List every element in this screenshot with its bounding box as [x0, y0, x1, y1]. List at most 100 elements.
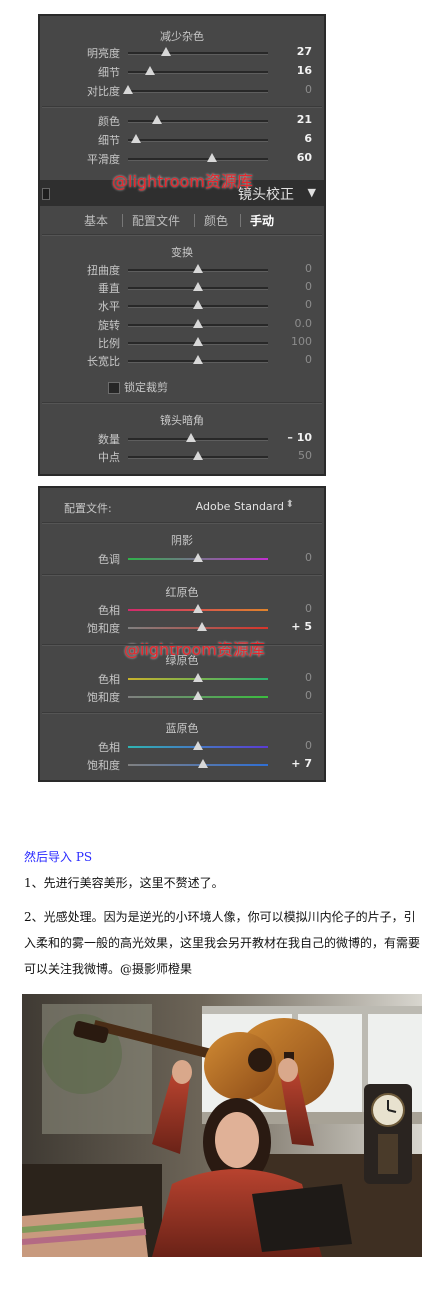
- slider-row-color[interactable]: 颜色 21: [40, 112, 324, 130]
- slider-row-detail[interactable]: 细节 16: [40, 63, 324, 81]
- collapse-arrow-icon[interactable]: ▼: [308, 186, 316, 199]
- portrait-photo: [22, 994, 422, 1257]
- slider-track[interactable]: [123, 85, 268, 94]
- slider-knob[interactable]: [145, 66, 156, 75]
- slider-knob[interactable]: [193, 355, 203, 364]
- slider-row-distortion[interactable]: 扭曲度 0: [40, 261, 324, 279]
- slider-knob[interactable]: [196, 622, 207, 631]
- slider-row-green-sat[interactable]: 饱和度 0: [40, 688, 324, 706]
- slider-value[interactable]: + 7: [280, 757, 312, 770]
- slider-track[interactable]: [128, 741, 268, 750]
- slider-value[interactable]: 0: [280, 671, 312, 684]
- slider-row-shadow-tint[interactable]: 色调 0: [40, 550, 324, 568]
- slider-track[interactable]: [128, 604, 268, 613]
- slider-track[interactable]: [128, 355, 268, 364]
- slider-track[interactable]: [128, 451, 268, 460]
- slider-knob[interactable]: [193, 691, 203, 700]
- tab-separator: [240, 214, 241, 227]
- slider-value[interactable]: 0: [280, 551, 312, 564]
- slider-track[interactable]: [128, 622, 268, 631]
- slider-value[interactable]: 0: [280, 262, 312, 275]
- slider-knob[interactable]: [197, 759, 208, 768]
- slider-knob[interactable]: [193, 300, 203, 309]
- tab-basic[interactable]: 基本: [84, 212, 108, 229]
- slider-row-red-sat[interactable]: 饱和度 + 5: [40, 619, 324, 637]
- slider-row-amount[interactable]: 数量 – 10: [40, 430, 324, 448]
- slider-row-contrast[interactable]: 对比度 0: [40, 82, 324, 100]
- slider-value[interactable]: 0: [280, 280, 312, 293]
- slider-track[interactable]: [128, 134, 268, 143]
- slider-value[interactable]: 50: [280, 449, 312, 462]
- slider-track[interactable]: [128, 300, 268, 309]
- slider-track[interactable]: [128, 153, 268, 162]
- slider-knob[interactable]: [193, 337, 203, 346]
- tab-manual[interactable]: 手动: [250, 212, 274, 229]
- slider-value[interactable]: + 5: [280, 620, 312, 633]
- slider-row-blue-hue[interactable]: 色相 0: [40, 738, 324, 756]
- slider-track[interactable]: [128, 282, 268, 291]
- slider-knob[interactable]: [193, 319, 203, 328]
- panel-handle-icon[interactable]: [42, 188, 50, 200]
- slider-knob[interactable]: [193, 673, 203, 682]
- lock-crop-checkbox[interactable]: [108, 382, 120, 394]
- slider-value[interactable]: 0.0: [280, 317, 313, 330]
- profile-select[interactable]: 配置文件: Adobe Standard ⬍: [40, 498, 324, 516]
- slider-knob[interactable]: [123, 85, 133, 94]
- tab-color[interactable]: 颜色: [204, 212, 228, 229]
- lock-crop-label[interactable]: 锁定裁剪: [124, 379, 168, 395]
- slider-track[interactable]: [128, 673, 268, 682]
- slider-row-red-hue[interactable]: 色相 0: [40, 601, 324, 619]
- slider-row-smoothness[interactable]: 平滑度 60: [40, 150, 324, 168]
- slider-track[interactable]: [128, 553, 268, 562]
- slider-knob[interactable]: [131, 134, 142, 143]
- slider-value[interactable]: 6: [280, 132, 312, 145]
- slider-value[interactable]: – 10: [280, 431, 312, 444]
- profile-label: 配置文件:: [64, 502, 112, 515]
- slider-value[interactable]: 27: [280, 45, 312, 58]
- slider-value[interactable]: 100: [280, 335, 312, 348]
- slider-label: 对比度: [87, 85, 120, 98]
- slider-value[interactable]: 16: [280, 64, 312, 77]
- slider-knob[interactable]: [160, 47, 171, 56]
- slider-knob[interactable]: [193, 553, 203, 562]
- profile-value[interactable]: Adobe Standard: [196, 500, 284, 513]
- slider-label: 颜色: [98, 115, 120, 128]
- slider-row-midpoint[interactable]: 中点 50: [40, 448, 324, 466]
- slider-track[interactable]: [128, 47, 268, 56]
- slider-track[interactable]: [128, 115, 268, 124]
- slider-track[interactable]: [128, 759, 268, 768]
- slider-row-green-hue[interactable]: 色相 0: [40, 670, 324, 688]
- slider-track[interactable]: [128, 319, 268, 328]
- slider-row-rotate[interactable]: 旋转 0.0: [40, 316, 324, 334]
- slider-row-aspect[interactable]: 长宽比 0: [40, 352, 324, 370]
- slider-row-scale[interactable]: 比例 100: [40, 334, 324, 352]
- tab-profile[interactable]: 配置文件: [132, 212, 180, 229]
- slider-row-horizontal[interactable]: 水平 0: [40, 297, 324, 315]
- slider-value[interactable]: 0: [280, 83, 312, 96]
- slider-value[interactable]: 0: [280, 298, 312, 311]
- slider-row-vertical[interactable]: 垂直 0: [40, 279, 324, 297]
- slider-track[interactable]: [128, 691, 268, 700]
- slider-track[interactable]: [128, 337, 268, 346]
- slider-knob[interactable]: [193, 741, 203, 750]
- slider-value[interactable]: 0: [280, 689, 312, 702]
- slider-value[interactable]: 60: [280, 151, 312, 164]
- slider-row-color-detail[interactable]: 细节 6: [40, 131, 324, 149]
- slider-track[interactable]: [128, 264, 268, 273]
- slider-value[interactable]: 0: [280, 353, 312, 366]
- slider-track[interactable]: [128, 433, 268, 442]
- slider-track[interactable]: [128, 66, 268, 75]
- slider-knob[interactable]: [193, 282, 203, 291]
- slider-knob[interactable]: [207, 153, 217, 162]
- slider-knob[interactable]: [193, 604, 203, 613]
- updown-arrow-icon[interactable]: ⬍: [286, 499, 294, 510]
- slider-value[interactable]: 21: [280, 113, 312, 126]
- slider-value[interactable]: 0: [280, 602, 312, 615]
- slider-row-luminance[interactable]: 明亮度 27: [40, 44, 324, 62]
- slider-row-blue-sat[interactable]: 饱和度 + 7: [40, 756, 324, 774]
- slider-knob[interactable]: [186, 433, 196, 442]
- slider-knob[interactable]: [152, 115, 163, 124]
- slider-knob[interactable]: [193, 451, 203, 460]
- slider-value[interactable]: 0: [280, 739, 312, 752]
- slider-knob[interactable]: [193, 264, 203, 273]
